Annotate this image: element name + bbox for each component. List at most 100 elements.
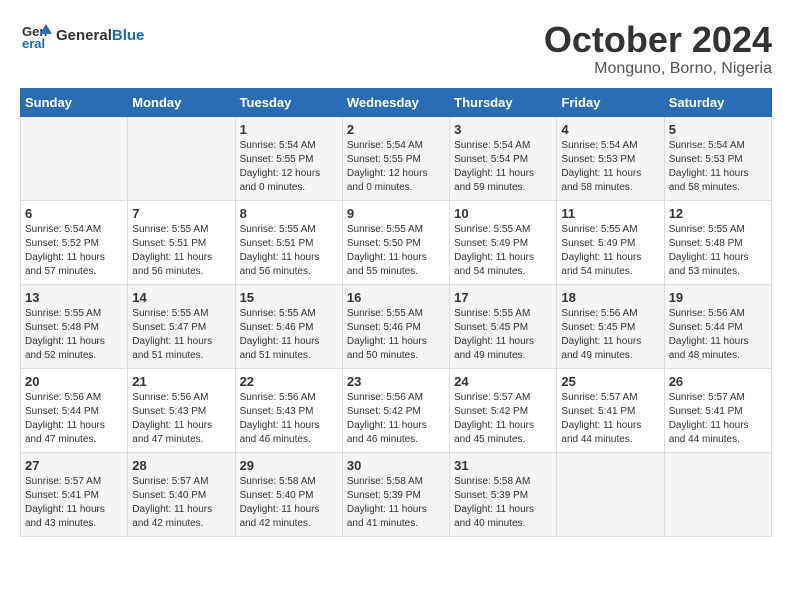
day-number: 25 bbox=[561, 374, 659, 389]
day-info: Sunrise: 5:58 AMSunset: 5:39 PMDaylight:… bbox=[454, 475, 552, 531]
calendar-cell: 15 Sunrise: 5:55 AMSunset: 5:46 PMDayligh… bbox=[235, 284, 342, 368]
calendar-title: October 2024 bbox=[544, 20, 772, 60]
column-header-monday: Monday bbox=[128, 88, 235, 116]
day-info: Sunrise: 5:54 AMSunset: 5:55 PMDaylight:… bbox=[347, 139, 445, 195]
calendar-cell: 29Sunrise: 5:58 AMSunset: 5:40 PMDayligh… bbox=[235, 452, 342, 536]
title-area: October 2024 Monguno, Borno, Nigeria bbox=[544, 20, 772, 78]
day-number: 30 bbox=[347, 458, 445, 473]
day-number: 17 bbox=[454, 290, 552, 305]
day-info: Sunrise: 5:56 AMSunset: 5:42 PMDaylight:… bbox=[347, 391, 445, 447]
calendar-week-row: 1Sunrise: 5:54 AMSunset: 5:55 PMDaylight… bbox=[21, 116, 772, 200]
column-header-wednesday: Wednesday bbox=[342, 88, 449, 116]
calendar-cell: 27Sunrise: 5:57 AMSunset: 5:41 PMDayligh… bbox=[21, 452, 128, 536]
calendar-cell bbox=[664, 452, 771, 536]
day-info: Sunrise: 5:55 AMSunset: 5:46 PMDaylight:… bbox=[240, 307, 338, 363]
day-info: Sunrise: 5:54 AMSunset: 5:53 PMDaylight:… bbox=[561, 139, 659, 195]
day-number: 26 bbox=[669, 374, 767, 389]
day-info: Sunrise: 5:54 AMSunset: 5:55 PMDaylight:… bbox=[240, 139, 338, 195]
day-number: 4 bbox=[561, 122, 659, 137]
day-info: Sunrise: 5:57 AMSunset: 5:42 PMDaylight:… bbox=[454, 391, 552, 447]
day-number: 12 bbox=[669, 206, 767, 221]
calendar-cell: 12 Sunrise: 5:55 AMSunset: 5:48 PMDayligh… bbox=[664, 200, 771, 284]
day-info: Sunrise: 5:56 AMSunset: 5:44 PMDaylight:… bbox=[669, 307, 767, 363]
day-info: Sunrise: 5:57 AMSunset: 5:41 PMDaylight:… bbox=[561, 391, 659, 447]
day-number: 28 bbox=[132, 458, 230, 473]
day-number: 23 bbox=[347, 374, 445, 389]
day-info: Sunrise: 5:55 AMSunset: 5:48 PMDaylight:… bbox=[669, 223, 767, 279]
day-number: 7 bbox=[132, 206, 230, 221]
calendar-week-row: 13 Sunrise: 5:55 AMSunset: 5:48 PMDayligh… bbox=[21, 284, 772, 368]
calendar-cell: 6 Sunrise: 5:54 AMSunset: 5:52 PMDaylight… bbox=[21, 200, 128, 284]
calendar-cell: 20 Sunrise: 5:56 AMSunset: 5:44 PMDayligh… bbox=[21, 368, 128, 452]
calendar-cell: 31 Sunrise: 5:58 AMSunset: 5:39 PMDayligh… bbox=[450, 452, 557, 536]
day-info: Sunrise: 5:55 AMSunset: 5:51 PMDaylight:… bbox=[132, 223, 230, 279]
calendar-cell: 17Sunrise: 5:55 AMSunset: 5:45 PMDayligh… bbox=[450, 284, 557, 368]
day-info: Sunrise: 5:56 AMSunset: 5:45 PMDaylight:… bbox=[561, 307, 659, 363]
calendar-cell bbox=[557, 452, 664, 536]
column-header-saturday: Saturday bbox=[664, 88, 771, 116]
day-number: 16 bbox=[347, 290, 445, 305]
day-info: Sunrise: 5:55 AMSunset: 5:48 PMDaylight:… bbox=[25, 307, 123, 363]
day-number: 2 bbox=[347, 122, 445, 137]
calendar-cell: 10 Sunrise: 5:55 AMSunset: 5:49 PMDayligh… bbox=[450, 200, 557, 284]
column-header-friday: Friday bbox=[557, 88, 664, 116]
calendar-cell: 22 Sunrise: 5:56 AMSunset: 5:43 PMDayligh… bbox=[235, 368, 342, 452]
day-info: Sunrise: 5:56 AMSunset: 5:43 PMDaylight:… bbox=[240, 391, 338, 447]
logo-general-text: General bbox=[56, 27, 112, 44]
logo-blue-text: Blue bbox=[112, 27, 145, 44]
calendar-cell: 26 Sunrise: 5:57 AMSunset: 5:41 PMDayligh… bbox=[664, 368, 771, 452]
calendar-header-row: SundayMondayTuesdayWednesdayThursdayFrid… bbox=[21, 88, 772, 116]
calendar-cell: 1Sunrise: 5:54 AMSunset: 5:55 PMDaylight… bbox=[235, 116, 342, 200]
calendar-cell: 14Sunrise: 5:55 AMSunset: 5:47 PMDayligh… bbox=[128, 284, 235, 368]
calendar-week-row: 20 Sunrise: 5:56 AMSunset: 5:44 PMDayligh… bbox=[21, 368, 772, 452]
calendar-table: SundayMondayTuesdayWednesdayThursdayFrid… bbox=[20, 88, 772, 537]
day-number: 15 bbox=[240, 290, 338, 305]
day-number: 29 bbox=[240, 458, 338, 473]
day-number: 10 bbox=[454, 206, 552, 221]
column-header-sunday: Sunday bbox=[21, 88, 128, 116]
calendar-cell: 13 Sunrise: 5:55 AMSunset: 5:48 PMDayligh… bbox=[21, 284, 128, 368]
day-number: 18 bbox=[561, 290, 659, 305]
logo: Gen eral GeneralBlue bbox=[20, 20, 144, 52]
day-info: Sunrise: 5:57 AMSunset: 5:41 PMDaylight:… bbox=[25, 475, 123, 531]
day-info: Sunrise: 5:56 AMSunset: 5:43 PMDaylight:… bbox=[132, 391, 230, 447]
day-number: 31 bbox=[454, 458, 552, 473]
calendar-cell bbox=[128, 116, 235, 200]
calendar-cell: 21Sunrise: 5:56 AMSunset: 5:43 PMDayligh… bbox=[128, 368, 235, 452]
calendar-cell: 23 Sunrise: 5:56 AMSunset: 5:42 PMDayligh… bbox=[342, 368, 449, 452]
day-number: 13 bbox=[25, 290, 123, 305]
day-number: 9 bbox=[347, 206, 445, 221]
day-info: Sunrise: 5:54 AMSunset: 5:52 PMDaylight:… bbox=[25, 223, 123, 279]
column-header-thursday: Thursday bbox=[450, 88, 557, 116]
day-info: Sunrise: 5:56 AMSunset: 5:44 PMDaylight:… bbox=[25, 391, 123, 447]
day-info: Sunrise: 5:55 AMSunset: 5:49 PMDaylight:… bbox=[454, 223, 552, 279]
day-number: 22 bbox=[240, 374, 338, 389]
calendar-cell: 24 Sunrise: 5:57 AMSunset: 5:42 PMDayligh… bbox=[450, 368, 557, 452]
calendar-cell: 28 Sunrise: 5:57 AMSunset: 5:40 PMDayligh… bbox=[128, 452, 235, 536]
calendar-cell: 5Sunrise: 5:54 AMSunset: 5:53 PMDaylight… bbox=[664, 116, 771, 200]
day-number: 20 bbox=[25, 374, 123, 389]
day-number: 5 bbox=[669, 122, 767, 137]
calendar-cell bbox=[21, 116, 128, 200]
day-number: 11 bbox=[561, 206, 659, 221]
column-header-tuesday: Tuesday bbox=[235, 88, 342, 116]
day-number: 24 bbox=[454, 374, 552, 389]
day-info: Sunrise: 5:57 AMSunset: 5:41 PMDaylight:… bbox=[669, 391, 767, 447]
logo-icon: Gen eral bbox=[20, 20, 52, 52]
day-number: 8 bbox=[240, 206, 338, 221]
calendar-cell: 3Sunrise: 5:54 AMSunset: 5:54 PMDaylight… bbox=[450, 116, 557, 200]
day-info: Sunrise: 5:55 AMSunset: 5:46 PMDaylight:… bbox=[347, 307, 445, 363]
calendar-cell: 25 Sunrise: 5:57 AMSunset: 5:41 PMDayligh… bbox=[557, 368, 664, 452]
day-number: 6 bbox=[25, 206, 123, 221]
day-info: Sunrise: 5:57 AMSunset: 5:40 PMDaylight:… bbox=[132, 475, 230, 531]
calendar-week-row: 27Sunrise: 5:57 AMSunset: 5:41 PMDayligh… bbox=[21, 452, 772, 536]
calendar-cell: 18 Sunrise: 5:56 AMSunset: 5:45 PMDayligh… bbox=[557, 284, 664, 368]
calendar-cell: 9 Sunrise: 5:55 AMSunset: 5:50 PMDaylight… bbox=[342, 200, 449, 284]
calendar-subtitle: Monguno, Borno, Nigeria bbox=[544, 60, 772, 78]
calendar-cell: 19Sunrise: 5:56 AMSunset: 5:44 PMDayligh… bbox=[664, 284, 771, 368]
calendar-week-row: 6 Sunrise: 5:54 AMSunset: 5:52 PMDaylight… bbox=[21, 200, 772, 284]
day-info: Sunrise: 5:55 AMSunset: 5:50 PMDaylight:… bbox=[347, 223, 445, 279]
calendar-cell: 16 Sunrise: 5:55 AMSunset: 5:46 PMDayligh… bbox=[342, 284, 449, 368]
calendar-cell: 4 Sunrise: 5:54 AMSunset: 5:53 PMDaylight… bbox=[557, 116, 664, 200]
day-info: Sunrise: 5:55 AMSunset: 5:49 PMDaylight:… bbox=[561, 223, 659, 279]
